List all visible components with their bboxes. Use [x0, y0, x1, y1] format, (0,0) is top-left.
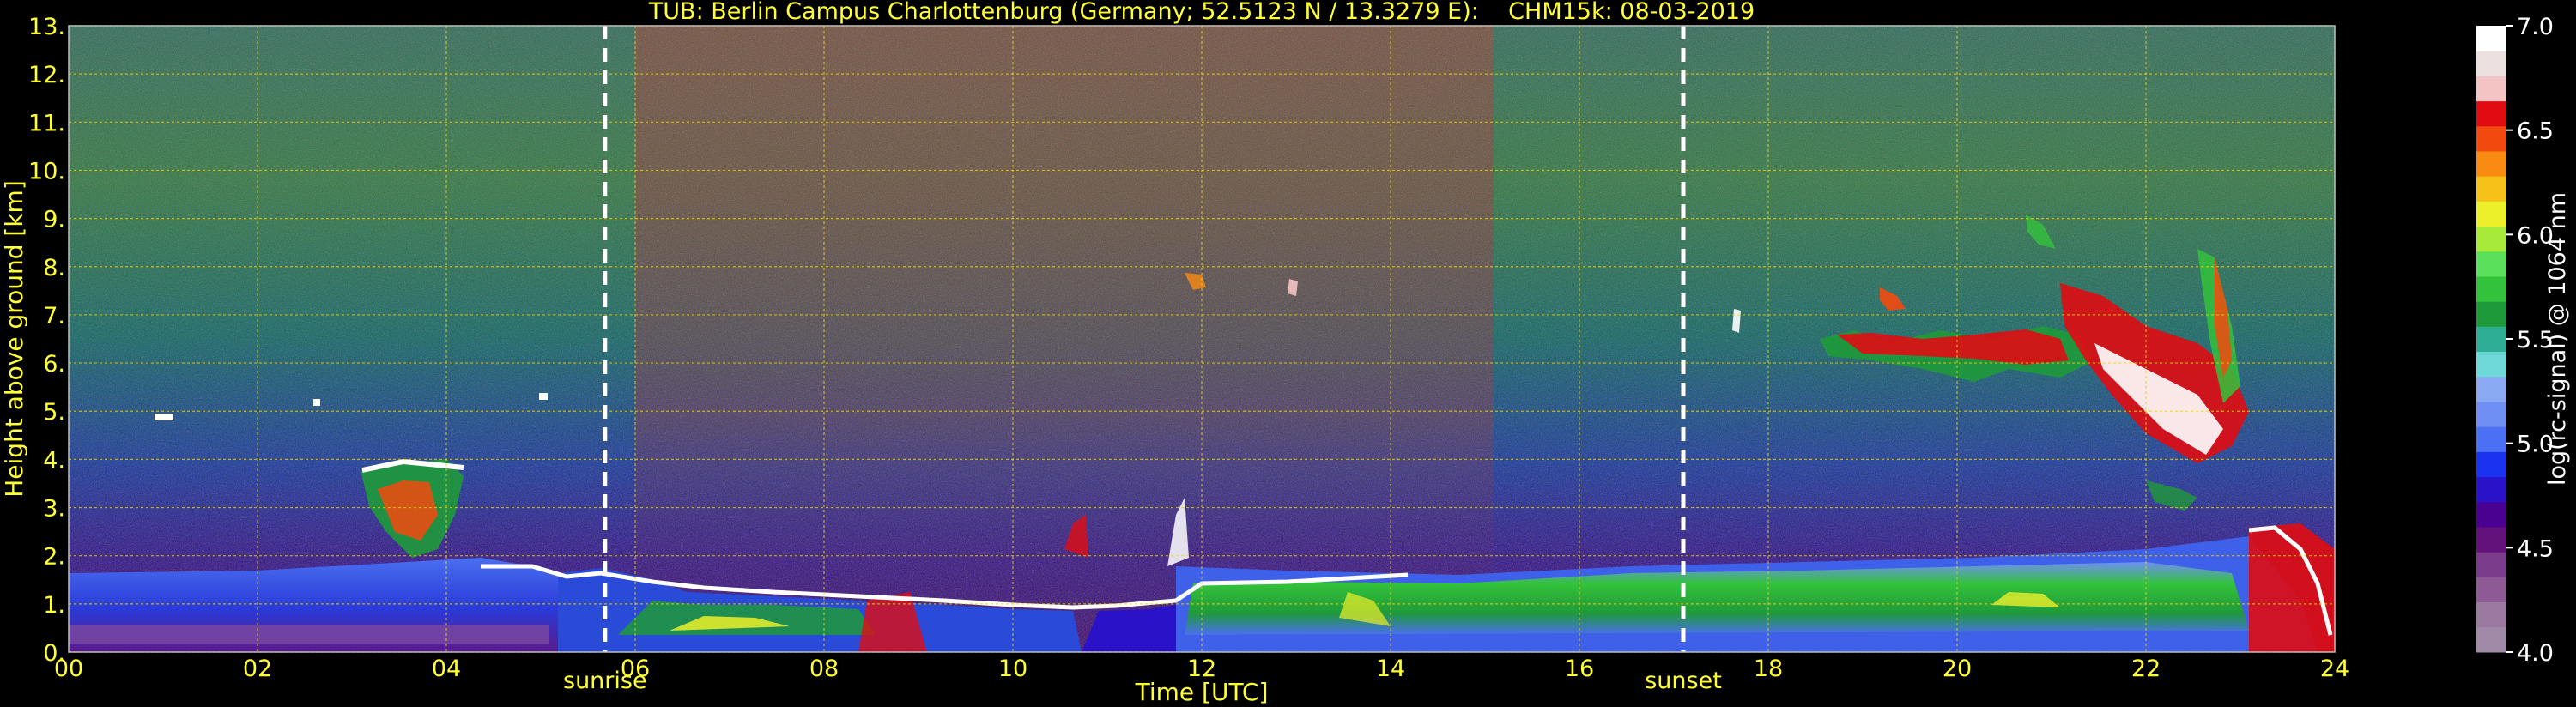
y-tick-label: 9. [43, 207, 65, 233]
colorbar-segment [2476, 527, 2506, 553]
colorbar-tick-label: 4.0 [2517, 640, 2554, 667]
y-tick-label: 0. [43, 640, 65, 667]
colorbar-segment [2476, 626, 2506, 653]
y-tick-label: 13. [28, 14, 65, 40]
colorbar-segment [2476, 552, 2506, 577]
x-tick-label: 04 [432, 656, 461, 682]
colorbar-segment [2476, 26, 2506, 51]
x-axis-label: Time [UTC] [1135, 678, 1269, 706]
y-tick-label: 6. [43, 351, 65, 378]
y-tick-label: 1. [43, 592, 65, 619]
y-tick-label: 12. [28, 62, 65, 88]
y-tick-label: 8. [43, 255, 65, 281]
colorbar-segment [2476, 402, 2506, 427]
x-tick-label: 18 [1754, 656, 1783, 682]
colorbar-segment [2476, 476, 2506, 503]
y-axis-label: Height above ground [km] [0, 180, 28, 498]
chart-title: TUB: Berlin Campus Charlottenburg (Germa… [648, 0, 1755, 25]
colorbar-segment [2476, 151, 2506, 177]
colorbar-tick-label: 7.0 [2517, 14, 2554, 40]
colorbar-tick-label: 4.5 [2517, 535, 2554, 562]
lidar-chart: 00 02 04 06 08 10 12 14 16 18 20 22 24 0.1.2.3.4.5.6… [0, 0, 2571, 706]
colorbar-segment [2476, 451, 2506, 478]
sunset-label: sunset [1645, 668, 1722, 694]
x-tick-label: 02 [243, 656, 272, 682]
colorbar-tick-label: 6.5 [2517, 118, 2554, 145]
colorbar-label: log(rc-signal) @ 1064 nm [2544, 192, 2571, 486]
colorbar-segment [2476, 426, 2506, 452]
y-tick-label: 3. [43, 496, 65, 523]
colorbar-segment [2476, 226, 2506, 252]
x-tick-label: 22 [2131, 656, 2161, 682]
x-tick-label: 16 [1565, 656, 1594, 682]
colorbar-segment [2476, 125, 2506, 152]
colorbar-segment [2476, 201, 2506, 227]
y-tick-label: 7. [43, 303, 65, 329]
colorbar-segment [2476, 276, 2506, 302]
colorbar-segment [2476, 301, 2506, 327]
colorbar: 4.04.55.05.56.06.57.0 [2476, 14, 2554, 667]
x-tick-label: 14 [1376, 656, 1405, 682]
y-tick-label: 11. [28, 110, 65, 136]
colorbar-segment [2476, 51, 2506, 76]
colorbar-segment [2476, 76, 2506, 102]
colorbar-segment [2476, 351, 2506, 378]
x-tick-label: 24 [2320, 656, 2349, 682]
sunrise-label: sunrise [563, 668, 647, 694]
colorbar-segment [2476, 501, 2506, 528]
y-tick-label: 2. [43, 544, 65, 571]
y-tick-label: 4. [43, 447, 65, 474]
colorbar-segment [2476, 100, 2506, 127]
y-tick-labels: 0. 1. 2. 3. 4. 5. 6. 7. 8. 9. 10. 11. 12. 13. [28, 14, 65, 667]
colorbar-segment [2476, 326, 2506, 353]
colorbar-segment [2476, 601, 2506, 628]
colorbar-segment [2476, 176, 2506, 202]
y-tick-label: 5. [43, 399, 65, 426]
x-tick-label: 10 [998, 656, 1027, 682]
colorbar-segment [2476, 376, 2506, 402]
colorbar-segment [2476, 577, 2506, 603]
x-tick-label: 08 [809, 656, 839, 682]
y-tick-label: 10. [28, 158, 65, 184]
colorbar-segment [2476, 251, 2506, 277]
x-tick-label: 20 [1943, 656, 1972, 682]
